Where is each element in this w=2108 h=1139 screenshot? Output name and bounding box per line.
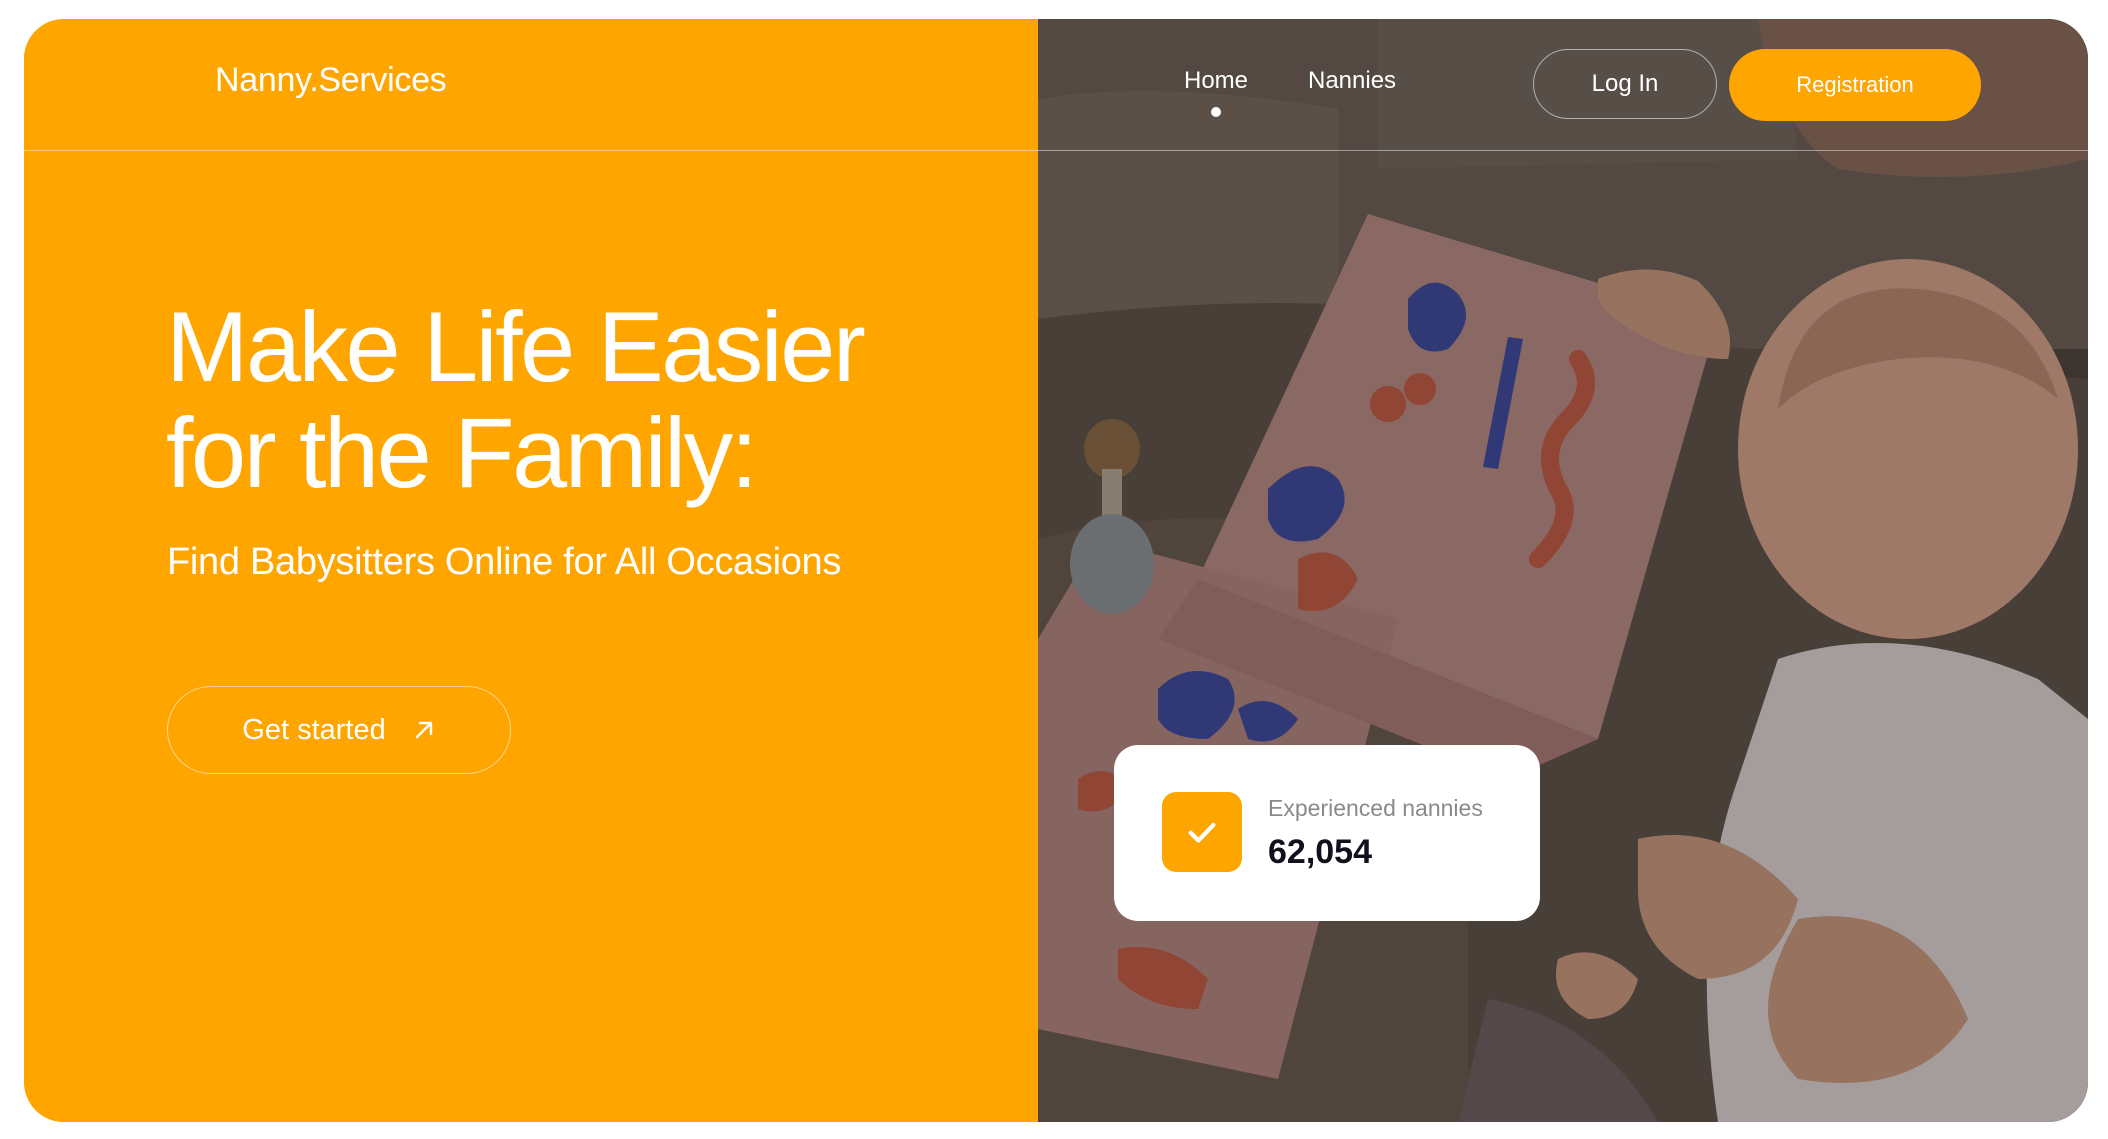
stat-value: 62,054 xyxy=(1268,833,1372,871)
nav-home[interactable]: Home xyxy=(1184,67,1248,95)
logo[interactable]: Nanny.Services xyxy=(215,61,447,100)
hero-photo xyxy=(1038,19,2088,1122)
get-started-button[interactable]: Get started xyxy=(167,686,511,774)
get-started-label: Get started xyxy=(242,713,386,746)
active-nav-indicator xyxy=(1211,107,1221,117)
hero-title: Make Life Easier for the Family: xyxy=(166,291,866,508)
page-frame: Nanny.Services Home Nannies Log In Regis… xyxy=(24,19,2088,1122)
registration-button[interactable]: Registration xyxy=(1729,49,1981,121)
hero-subtitle: Find Babysitters Online for All Occasion… xyxy=(167,541,842,583)
hero-title-line2: for the Family: xyxy=(166,397,758,508)
stat-label: Experienced nannies xyxy=(1268,795,1483,821)
baby-reading-photo xyxy=(1038,19,2088,1122)
arrow-up-right-icon xyxy=(415,721,432,739)
check-badge xyxy=(1162,792,1242,872)
check-icon xyxy=(1188,822,1216,843)
experienced-nannies-card: Experienced nannies 62,054 xyxy=(1114,745,1540,921)
nav-nannies[interactable]: Nannies xyxy=(1308,67,1396,95)
login-button[interactable]: Log In xyxy=(1533,49,1717,119)
hero-title-line1: Make Life Easier xyxy=(166,291,866,402)
header-divider xyxy=(24,150,2088,151)
